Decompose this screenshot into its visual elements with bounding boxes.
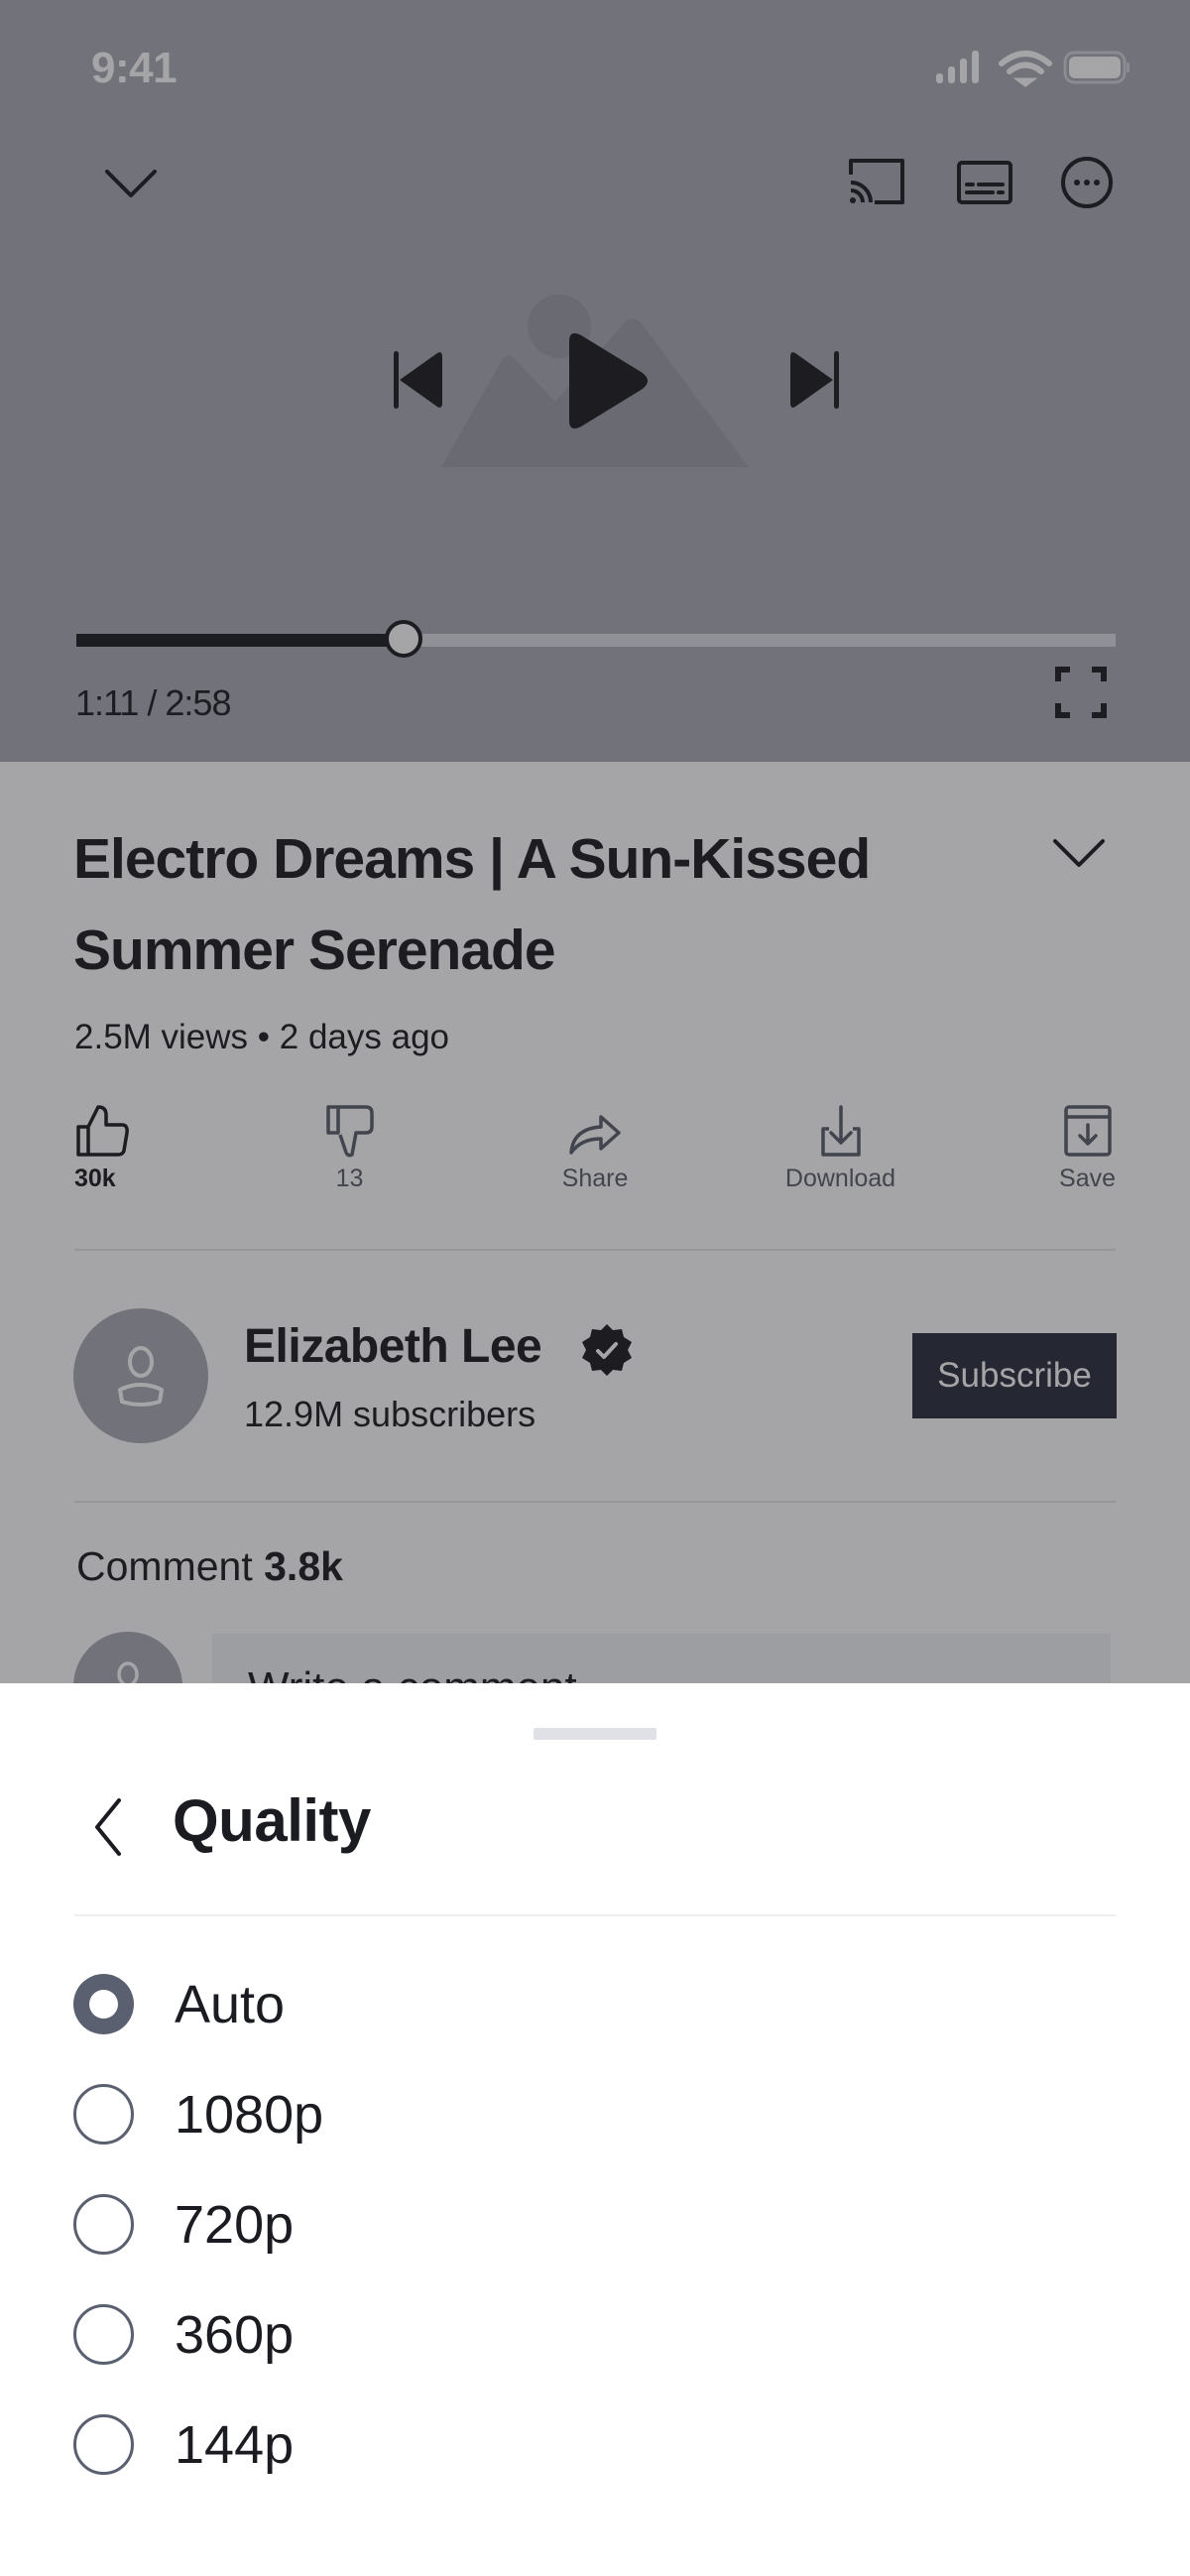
quality-bottom-sheet: Quality Auto 1080p 720p 360p 144p xyxy=(0,1683,1190,2576)
quality-option-auto[interactable]: Auto xyxy=(73,1949,1115,2059)
option-label: 720p xyxy=(175,2194,295,2255)
radio-button[interactable] xyxy=(73,2084,134,2145)
sheet-drag-handle[interactable] xyxy=(534,1728,656,1740)
radio-button[interactable] xyxy=(73,2194,134,2255)
divider xyxy=(74,1914,1116,1916)
option-label: 360p xyxy=(175,2304,295,2365)
radio-button[interactable] xyxy=(73,2414,134,2475)
quality-option-360p[interactable]: 360p xyxy=(73,2279,1115,2390)
option-label: 144p xyxy=(175,2414,295,2475)
quality-option-144p[interactable]: 144p xyxy=(73,2390,1115,2500)
option-label: Auto xyxy=(175,1974,286,2034)
option-label: 1080p xyxy=(175,2084,324,2145)
modal-scrim[interactable] xyxy=(0,0,1190,1683)
quality-option-720p[interactable]: 720p xyxy=(73,2169,1115,2279)
quality-options: Auto 1080p 720p 360p 144p xyxy=(73,1949,1115,2500)
radio-button[interactable] xyxy=(73,2304,134,2365)
quality-option-1080p[interactable]: 1080p xyxy=(73,2059,1115,2169)
back-chevron-icon[interactable] xyxy=(85,1792,135,1862)
radio-button[interactable] xyxy=(73,1974,134,2034)
sheet-title: Quality xyxy=(173,1787,371,1854)
